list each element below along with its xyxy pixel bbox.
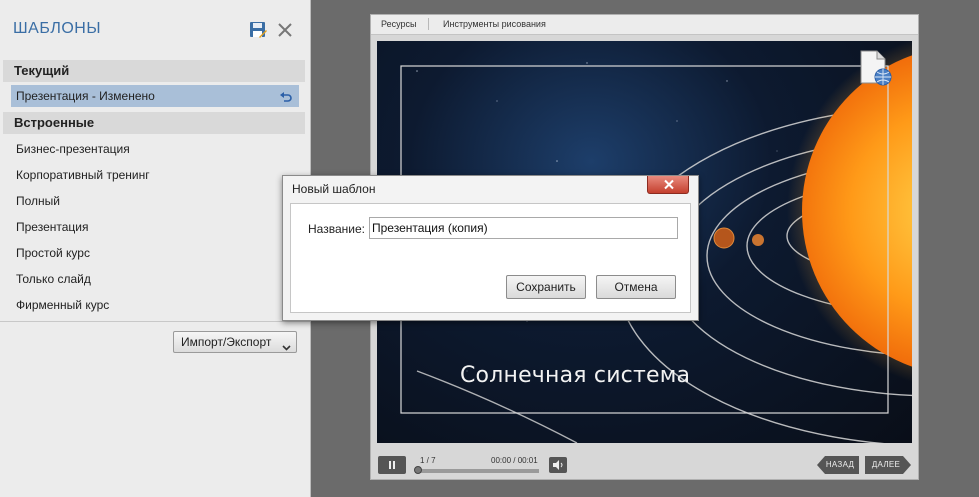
close-icon	[664, 179, 674, 190]
save-button[interactable]: Сохранить	[506, 275, 586, 299]
template-item[interactable]: Бизнес-презентация	[11, 138, 299, 160]
pause-button[interactable]	[378, 456, 406, 474]
next-button[interactable]: ДАЛЕЕ	[865, 456, 911, 474]
template-item[interactable]: Полный	[11, 190, 299, 212]
player-tabs: Ресурсы Инструменты рисования	[371, 15, 918, 35]
speaker-icon	[553, 460, 563, 470]
tab-separator	[428, 18, 429, 30]
template-item-current[interactable]: Презентация - Изменено	[11, 85, 299, 107]
template-item[interactable]: Простой курс	[11, 242, 299, 264]
import-export-button[interactable]: Импорт/Экспорт	[173, 331, 297, 353]
save-icon[interactable]	[248, 20, 268, 40]
slide-counter: 1 / 7	[420, 456, 436, 465]
slide-title: Солнечная система	[460, 363, 691, 388]
dialog-body: Название: Сохранить Отмена	[290, 203, 691, 313]
player-controls: 1 / 7 00:00 / 00:01 НАЗАД ДАЛЕЕ	[371, 452, 918, 479]
panel-divider	[0, 321, 310, 322]
tab-drawing-tools[interactable]: Инструменты рисования	[443, 19, 546, 29]
new-template-dialog: Новый шаблон Название: Сохранить Отмена	[282, 175, 699, 321]
tab-resources[interactable]: Ресурсы	[381, 19, 417, 29]
import-export-label: Импорт/Экспорт	[181, 335, 272, 349]
progress-knob[interactable]	[414, 466, 422, 474]
cancel-button[interactable]: Отмена	[596, 275, 676, 299]
template-item[interactable]: Только слайд	[11, 268, 299, 290]
template-item-label: Презентация - Изменено	[16, 89, 155, 103]
dialog-title: Новый шаблон	[292, 182, 376, 196]
revert-icon[interactable]	[279, 89, 293, 103]
panel-title: ШАБЛОНЫ	[13, 20, 101, 37]
dialog-close-button[interactable]	[647, 176, 689, 194]
template-item[interactable]: Презентация	[11, 216, 299, 238]
section-builtin: Встроенные	[3, 112, 305, 134]
progress-bar[interactable]	[415, 469, 539, 473]
template-item[interactable]: Корпоративный тренинг	[11, 164, 299, 186]
templates-panel: ШАБЛОНЫ Текущий Презентация - Изменено В…	[0, 0, 311, 497]
time-readout: 00:00 / 00:01	[491, 456, 538, 465]
volume-button[interactable]	[549, 457, 567, 473]
chevron-down-icon	[282, 338, 291, 351]
section-current: Текущий	[3, 60, 305, 82]
template-name-input[interactable]	[369, 217, 678, 239]
name-label: Название:	[308, 222, 365, 236]
pause-icon	[389, 461, 395, 469]
close-icon[interactable]	[275, 20, 295, 40]
back-button[interactable]: НАЗАД	[817, 456, 859, 474]
template-item[interactable]: Фирменный курс	[11, 294, 299, 316]
